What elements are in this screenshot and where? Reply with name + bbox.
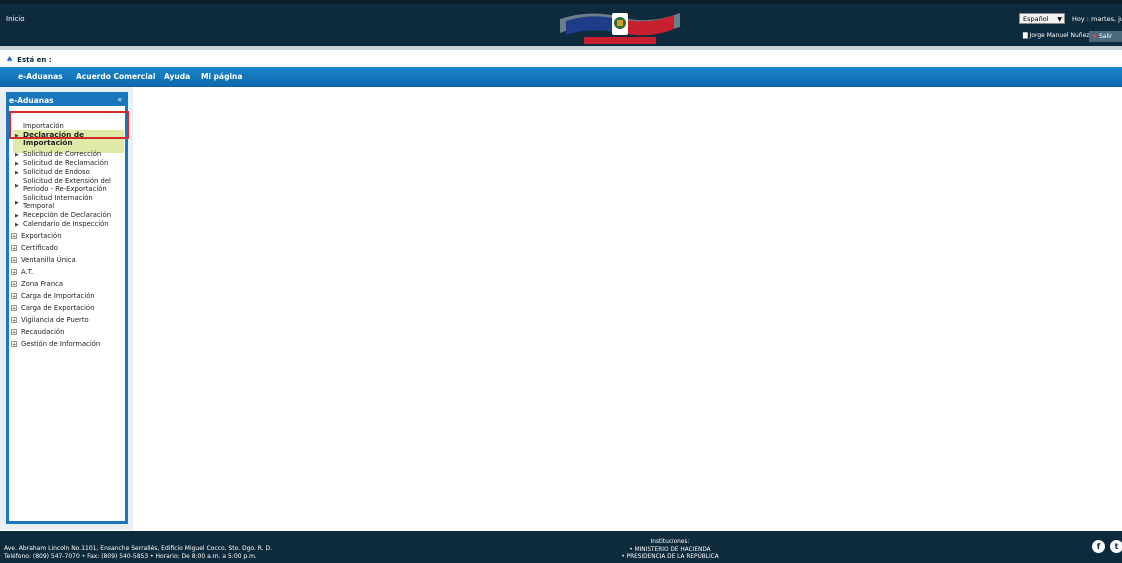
- sidebar-title: e-Aduanas: [9, 96, 54, 105]
- sidebar-group-ventanilla-unica[interactable]: + Ventanilla Única: [11, 256, 76, 265]
- close-icon: ✖: [1092, 33, 1098, 40]
- sidebar-item-label: Solicitud de Corrección: [23, 150, 102, 158]
- bullet-icon: ▶: [15, 213, 19, 219]
- chevron-down-icon: ▼: [1057, 16, 1062, 23]
- header-bar: Inicio Español ▼ Hoy : martes, julio 31,…: [0, 0, 1122, 46]
- logout-label: Salir: [1098, 33, 1113, 40]
- bullet-icon: ▶: [15, 183, 19, 189]
- sidebar-item-label: Vigilancia de Puerto: [21, 316, 89, 324]
- sidebar-group-carga-importacion[interactable]: + Carga de Importación: [11, 292, 95, 301]
- sidebar-item-label: Carga de Importación: [21, 292, 95, 300]
- sidebar-item-label: Recaudación: [21, 328, 65, 336]
- sidebar-item-label: Exportación: [21, 232, 62, 240]
- expand-icon: +: [11, 269, 17, 276]
- sidebar-item-label: Carga de Exportación: [21, 304, 95, 312]
- expand-icon: +: [11, 245, 17, 252]
- header-divider: [0, 46, 1122, 50]
- sidebar-item-declaracion-importacion-line2[interactable]: Importación: [15, 139, 73, 147]
- sidebar-item-label: Temporal: [23, 202, 55, 210]
- collapse-icon[interactable]: «: [117, 95, 122, 104]
- menu-mi-pagina[interactable]: Mi página: [201, 72, 242, 81]
- sidebar-item-label: Importación: [23, 138, 73, 147]
- menu-acuerdo-comercial[interactable]: Acuerdo Comercial: [76, 72, 155, 81]
- expand-icon: +: [11, 329, 17, 336]
- sidebar-item-solicitud-extension-line2[interactable]: Período - Re-Exportación: [15, 185, 107, 194]
- sidebar-group-zona-franca[interactable]: + Zona Franca: [11, 280, 64, 289]
- expand-icon: +: [11, 293, 17, 300]
- sidebar-group-at[interactable]: + A.T.: [11, 268, 34, 277]
- sidebar-item-label: Solicitud Internación: [23, 194, 93, 202]
- sidebar-item-label: Zona Franca: [21, 280, 64, 288]
- republica-dominicana-seal: [560, 13, 680, 44]
- current-date: Hoy : martes, julio 31, 20: [1072, 15, 1122, 23]
- user-icon: ▇: [1023, 32, 1028, 39]
- menu-ayuda[interactable]: Ayuda: [164, 72, 190, 81]
- sidebar-group-carga-exportacion[interactable]: + Carga de Exportación: [11, 304, 95, 313]
- sidebar-group-vigilancia-puerto[interactable]: + Vigilancia de Puerto: [11, 316, 89, 325]
- facebook-icon[interactable]: f: [1092, 540, 1105, 553]
- bullet-icon: ▶: [15, 222, 19, 228]
- expand-icon: +: [11, 341, 17, 348]
- twitter-icon[interactable]: t: [1110, 540, 1122, 553]
- sidebar-group-recaudacion[interactable]: + Recaudación: [11, 328, 65, 337]
- sidebar-item-label: Certificado: [21, 244, 58, 252]
- sidebar-item-label: Recepción de Declaración: [23, 211, 111, 219]
- bullet-icon: ▶: [15, 152, 19, 158]
- expand-icon: +: [11, 257, 17, 264]
- sidebar-group-gestion-informacion[interactable]: + Gestión de Información: [11, 340, 101, 349]
- institution-link-hacienda[interactable]: • MINISTERIO DE HACIENDA: [620, 547, 720, 555]
- footer: Ave. Abraham Lincoln No.1101, Ensanche S…: [0, 531, 1122, 563]
- bullet-icon: ▶: [15, 170, 19, 176]
- institution-link-presidencia[interactable]: • PRESIDENCIA DE LA REPÚBLICA: [620, 554, 720, 562]
- logout-button[interactable]: ✖ Salir: [1089, 31, 1122, 42]
- sidebar-item-label: Calendario de Inspección: [23, 220, 109, 228]
- expand-icon: +: [11, 305, 17, 312]
- highlight-annotation-box: [9, 111, 129, 139]
- bullet-icon: ▶: [15, 161, 19, 167]
- breadcrumb: ♠ Está en :: [6, 55, 52, 64]
- sidebar-group-certificado[interactable]: + Certificado: [11, 244, 58, 253]
- sidebar-item-label: Solicitud de Extensión del: [23, 177, 111, 185]
- sidebar-item-label: Solicitud de Endoso: [23, 168, 90, 176]
- sidebar-item-label: Período - Re-Exportación: [23, 185, 107, 193]
- inicio-link[interactable]: Inicio: [6, 15, 25, 23]
- breadcrumb-label: Está en :: [17, 56, 52, 64]
- sidebar-item-label: Ventanilla Única: [21, 256, 76, 264]
- footer-address: Ave. Abraham Lincoln No.1101, Ensanche S…: [4, 545, 273, 552]
- language-select[interactable]: Español ▼: [1019, 13, 1065, 24]
- expand-icon: +: [11, 317, 17, 324]
- sidebar-tree: Importación ▶ Declaración de Importación …: [9, 106, 125, 521]
- menu-e-aduanas[interactable]: e-Aduanas: [18, 72, 63, 81]
- expand-icon: +: [11, 281, 17, 288]
- expand-icon: +: [11, 233, 17, 240]
- sidebar-group-exportacion[interactable]: + Exportación: [11, 232, 62, 241]
- footer-institutions: Instituciones: • MINISTERIO DE HACIENDA …: [620, 539, 720, 562]
- sidebar-item-label: Solicitud de Reclamación: [23, 159, 109, 167]
- sidebar-item-calendario-inspeccion[interactable]: ▶ Calendario de Inspección: [15, 220, 109, 230]
- home-icon[interactable]: ♠: [6, 55, 13, 64]
- main-menu: e-Aduanas Acuerdo Comercial Ayuda Mi pág…: [0, 67, 1122, 87]
- sidebar: e-Aduanas « Importación ▶ Declaración de …: [6, 92, 128, 524]
- bullet-icon: ▶: [15, 200, 19, 206]
- institutions-title: Instituciones:: [650, 539, 690, 545]
- language-value: Español: [1023, 15, 1049, 23]
- sidebar-item-label: A.T.: [21, 268, 34, 276]
- footer-contact: Teléfono: (809) 547-7070 • Fax: (809) 54…: [4, 553, 257, 560]
- sidebar-item-label: Gestión de Información: [21, 340, 101, 348]
